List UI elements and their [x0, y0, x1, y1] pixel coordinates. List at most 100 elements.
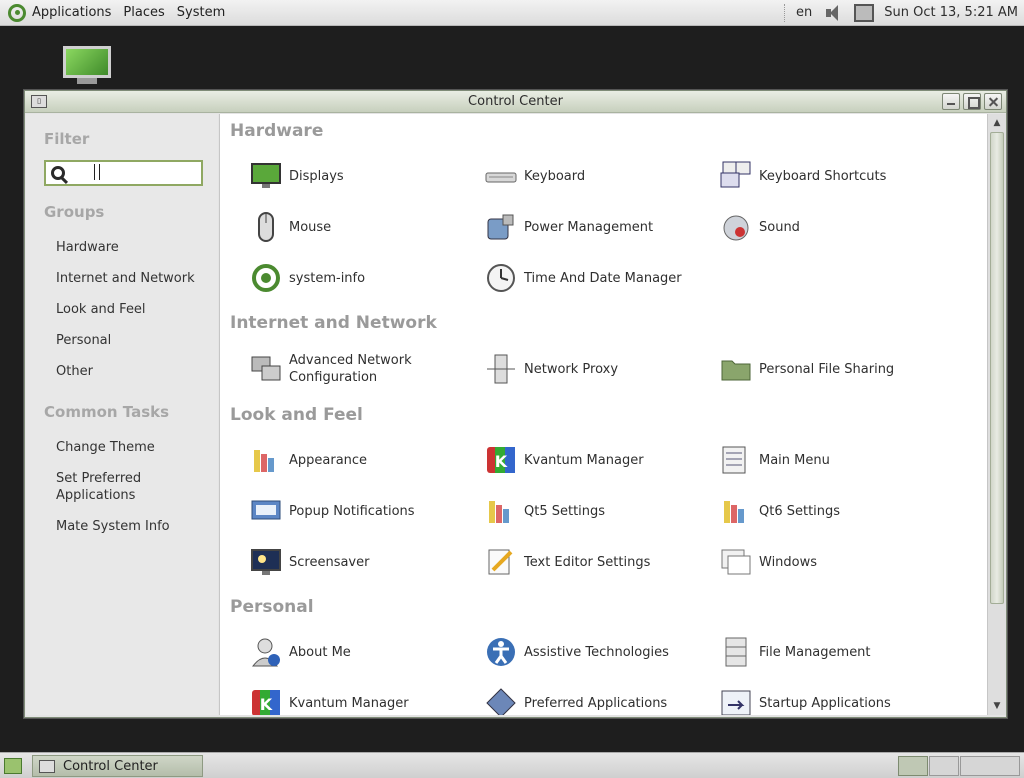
applet-text-editor-settings[interactable]: Text Editor Settings — [485, 542, 705, 582]
maximize-button[interactable] — [963, 93, 981, 110]
applet-displays[interactable]: Displays — [250, 156, 470, 196]
power-management-icon — [485, 211, 517, 243]
category-hardware: Hardware — [230, 121, 324, 141]
filter-heading: Filter — [44, 130, 90, 148]
applet-kvantum-manager-2[interactable]: K Kvantum Manager — [250, 683, 470, 715]
task-mate-system-info[interactable]: Mate System Info — [56, 518, 170, 535]
top-panel: Applications Places System en Sun Oct 13… — [0, 0, 1024, 26]
applet-sound[interactable]: Sound — [720, 207, 940, 247]
applet-file-management[interactable]: File Management — [720, 632, 940, 672]
text-editor-icon — [485, 546, 517, 578]
keyboard-shortcuts-icon — [720, 160, 752, 192]
scroll-down-icon[interactable]: ▼ — [988, 698, 1006, 714]
scrollbar-thumb[interactable] — [990, 132, 1004, 604]
filter-input[interactable] — [44, 160, 203, 186]
applet-kvantum-manager[interactable]: K Kvantum Manager — [485, 440, 705, 480]
group-hardware[interactable]: Hardware — [56, 239, 119, 256]
applet-screensaver[interactable]: Screensaver — [250, 542, 470, 582]
task-set-preferred-applications[interactable]: Set Preferred Applications — [56, 470, 176, 504]
applications-menu[interactable]: Applications — [32, 5, 111, 20]
clock-icon — [485, 262, 517, 294]
mouse-icon — [250, 211, 282, 243]
network-proxy-icon — [485, 353, 517, 385]
category-internet-and-network: Internet and Network — [230, 313, 437, 333]
applet-network-proxy[interactable]: Network Proxy — [485, 349, 705, 389]
keyboard-layout-indicator[interactable]: en — [796, 5, 812, 20]
workspace-1[interactable] — [898, 756, 928, 776]
applet-about-me[interactable]: About Me — [250, 632, 470, 672]
applet-main-menu[interactable]: Main Menu — [720, 440, 940, 480]
applet-keyboard[interactable]: Keyboard — [485, 156, 705, 196]
applets-panel: Hardware Displays Keyboard Keyboard Shor… — [219, 114, 987, 715]
window-menu-icon[interactable]: ▯ — [31, 95, 47, 108]
notification-area: en Sun Oct 13, 5:21 AM — [780, 0, 1024, 26]
window-titlebar[interactable]: ▯ Control Center — [25, 91, 1006, 113]
applet-startup-applications[interactable]: Startup Applications — [720, 683, 940, 715]
common-tasks-heading: Common Tasks — [44, 403, 170, 421]
group-personal[interactable]: Personal — [56, 332, 111, 349]
clock[interactable]: Sun Oct 13, 5:21 AM — [884, 5, 1018, 20]
group-look-and-feel[interactable]: Look and Feel — [56, 301, 146, 318]
notification-icon — [250, 495, 282, 527]
taskbar-button-control-center[interactable]: Control Center — [32, 755, 203, 777]
applet-advanced-network-configuration[interactable]: Advanced Network Configuration — [250, 349, 470, 389]
window-title: Control Center — [468, 94, 563, 109]
applet-keyboard-shortcuts[interactable]: Keyboard Shortcuts — [720, 156, 940, 196]
vertical-scrollbar[interactable]: ▲ ▼ — [987, 114, 1006, 715]
screensaver-icon — [250, 546, 282, 578]
kvantum-icon: K — [250, 687, 282, 715]
svg-text:K: K — [495, 452, 508, 471]
display-icon — [250, 160, 282, 192]
file-cabinet-icon — [720, 636, 752, 668]
keyboard-icon — [485, 160, 517, 192]
network-config-icon — [250, 353, 282, 385]
windows-icon — [720, 546, 752, 578]
text-cursor-icon — [94, 164, 100, 180]
show-desktop-icon[interactable] — [4, 758, 22, 774]
qt-settings-icon — [720, 495, 752, 527]
applet-time-and-date[interactable]: Time And Date Manager — [485, 258, 705, 298]
workspace-3[interactable] — [960, 756, 1020, 776]
startup-apps-icon — [720, 687, 752, 715]
minimize-button[interactable] — [942, 93, 960, 110]
group-other[interactable]: Other — [56, 363, 93, 380]
control-center-window: ▯ Control Center Filter Groups Hardware … — [24, 90, 1007, 718]
sound-icon — [720, 211, 752, 243]
applet-personal-file-sharing[interactable]: Personal File Sharing — [720, 349, 940, 389]
applet-popup-notifications[interactable]: Popup Notifications — [250, 491, 470, 531]
workspace-2[interactable] — [929, 756, 959, 776]
system-info-icon — [250, 262, 282, 294]
desktop-computer-icon[interactable] — [63, 46, 111, 86]
panel-separator — [784, 3, 786, 22]
close-button[interactable] — [984, 93, 1002, 110]
applet-windows[interactable]: Windows — [720, 542, 940, 582]
preferred-apps-icon — [485, 687, 517, 715]
applet-power-management[interactable]: Power Management — [485, 207, 705, 247]
category-personal: Personal — [230, 597, 314, 617]
kvantum-icon: K — [485, 444, 517, 476]
applet-qt6-settings[interactable]: Qt6 Settings — [720, 491, 940, 531]
bottom-panel: Control Center — [0, 752, 1024, 778]
system-menu[interactable]: System — [177, 5, 225, 20]
applet-mouse[interactable]: Mouse — [250, 207, 470, 247]
sidebar: Filter Groups Hardware Internet and Netw… — [26, 114, 218, 715]
groups-heading: Groups — [44, 203, 105, 221]
applet-appearance[interactable]: Appearance — [250, 440, 470, 480]
window-icon — [39, 759, 55, 773]
volume-icon[interactable] — [824, 4, 842, 22]
folder-share-icon — [720, 353, 752, 385]
user-icon — [250, 636, 282, 668]
applet-system-info[interactable]: system-info — [250, 258, 470, 298]
task-change-theme[interactable]: Change Theme — [56, 439, 155, 456]
mate-logo-icon[interactable] — [8, 3, 26, 22]
appearance-icon — [250, 444, 282, 476]
applet-assistive-technologies[interactable]: Assistive Technologies — [485, 632, 705, 672]
applet-preferred-applications[interactable]: Preferred Applications — [485, 683, 705, 715]
accessibility-icon — [485, 636, 517, 668]
group-internet-and-network[interactable]: Internet and Network — [56, 270, 195, 287]
main-menu-icon — [720, 444, 752, 476]
network-icon[interactable] — [854, 3, 875, 22]
scroll-up-icon[interactable]: ▲ — [988, 115, 1006, 131]
places-menu[interactable]: Places — [123, 5, 164, 20]
applet-qt5-settings[interactable]: Qt5 Settings — [485, 491, 705, 531]
